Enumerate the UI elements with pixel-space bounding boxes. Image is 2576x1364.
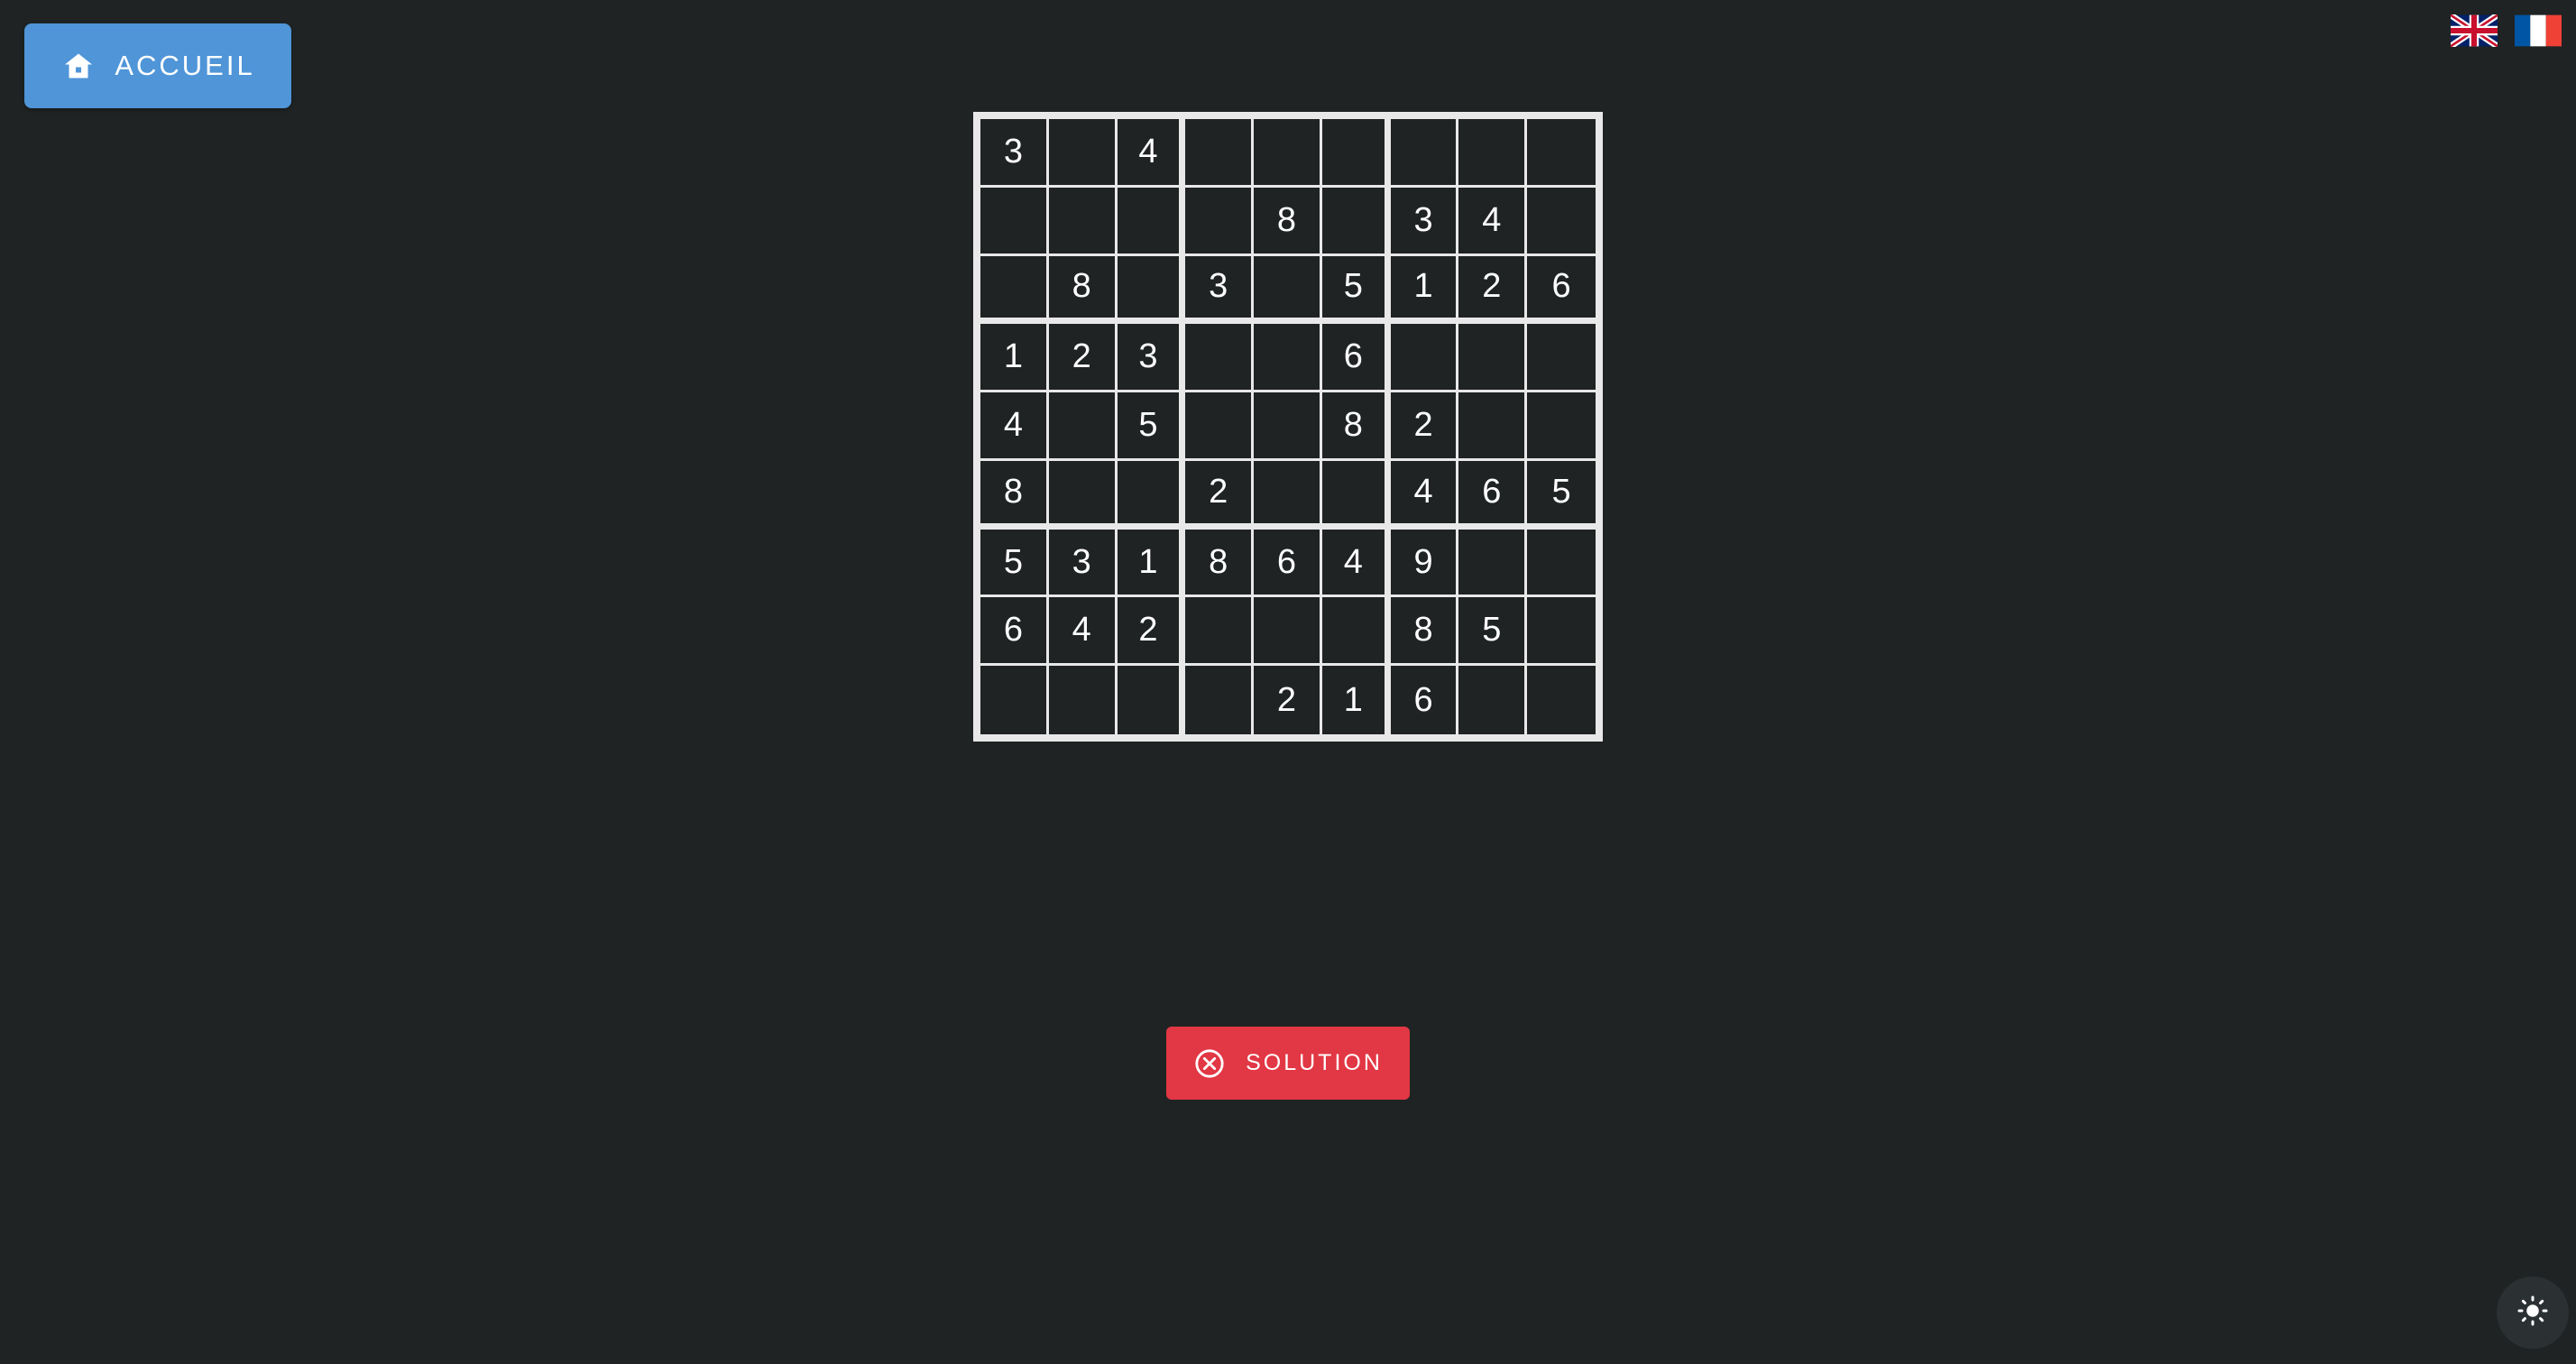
sudoku-cell[interactable] xyxy=(1321,597,1391,667)
sudoku-cell[interactable]: 5 xyxy=(1458,597,1528,667)
sudoku-cell[interactable]: 2 xyxy=(1390,392,1459,461)
sudoku-cell[interactable] xyxy=(1254,460,1322,530)
solution-button-label: SOLUTION xyxy=(1246,1050,1383,1075)
sudoku-cell[interactable]: 4 xyxy=(1117,119,1186,188)
sudoku-cell[interactable] xyxy=(1321,460,1391,530)
sudoku-cell[interactable]: 5 xyxy=(1117,392,1186,461)
sudoku-cell[interactable] xyxy=(1527,187,1596,256)
sudoku-cell[interactable]: 2 xyxy=(1117,597,1186,667)
sudoku-grid: 348348351261236458282465531864964285216 xyxy=(980,119,1596,734)
sudoku-cell[interactable]: 4 xyxy=(1048,597,1118,667)
sudoku-cell[interactable] xyxy=(1048,460,1118,530)
sudoku-cell[interactable]: 8 xyxy=(1185,529,1255,598)
sudoku-cell[interactable]: 6 xyxy=(1458,460,1528,530)
sudoku-cell[interactable] xyxy=(1254,255,1322,325)
sudoku-cell[interactable]: 1 xyxy=(1390,255,1459,325)
home-icon xyxy=(60,48,97,84)
sudoku-cell[interactable] xyxy=(1527,666,1596,734)
sudoku-cell[interactable]: 1 xyxy=(1321,666,1391,734)
sudoku-cell[interactable] xyxy=(1254,392,1322,461)
sudoku-cell[interactable]: 3 xyxy=(1390,187,1459,256)
sudoku-cell[interactable] xyxy=(1254,119,1322,188)
sudoku-cell[interactable]: 8 xyxy=(1048,255,1118,325)
sudoku-cell[interactable] xyxy=(1117,187,1186,256)
sudoku-cell[interactable] xyxy=(1527,529,1596,598)
sudoku-cell[interactable]: 6 xyxy=(1527,255,1596,325)
sudoku-cell[interactable]: 3 xyxy=(980,119,1049,188)
home-button-label: ACCUEIL xyxy=(115,50,255,81)
home-button[interactable]: ACCUEIL xyxy=(24,23,291,108)
sudoku-cell[interactable] xyxy=(1048,666,1118,734)
sudoku-cell[interactable]: 2 xyxy=(1458,255,1528,325)
sudoku-cell[interactable] xyxy=(1117,666,1186,734)
sudoku-cell[interactable] xyxy=(1527,119,1596,188)
sudoku-cell[interactable] xyxy=(1117,255,1186,325)
sudoku-cell[interactable] xyxy=(1185,392,1255,461)
sudoku-cell[interactable]: 6 xyxy=(980,597,1049,667)
sudoku-cell[interactable] xyxy=(1117,460,1186,530)
sudoku-cell[interactable]: 2 xyxy=(1254,666,1322,734)
solution-button[interactable]: SOLUTION xyxy=(1166,1027,1410,1100)
sudoku-cell[interactable]: 1 xyxy=(1117,529,1186,598)
sudoku-cell[interactable] xyxy=(1390,324,1459,393)
sudoku-cell[interactable]: 2 xyxy=(1185,460,1255,530)
sun-icon xyxy=(2516,1295,2549,1332)
sudoku-cell[interactable] xyxy=(1458,666,1528,734)
sudoku-cell[interactable] xyxy=(1458,392,1528,461)
sudoku-cell[interactable] xyxy=(1458,119,1528,188)
sudoku-cell[interactable] xyxy=(1527,324,1596,393)
sudoku-board: 348348351261236458282465531864964285216 xyxy=(973,112,1603,742)
sudoku-cell[interactable]: 8 xyxy=(1254,187,1322,256)
sudoku-cell[interactable]: 3 xyxy=(1117,324,1186,393)
sudoku-cell[interactable]: 3 xyxy=(1185,255,1255,325)
sudoku-cell[interactable]: 2 xyxy=(1048,324,1118,393)
sudoku-cell[interactable] xyxy=(1185,597,1255,667)
sudoku-cell[interactable] xyxy=(1390,119,1459,188)
sudoku-cell[interactable] xyxy=(1527,392,1596,461)
sudoku-cell[interactable] xyxy=(1527,597,1596,667)
sudoku-cell[interactable] xyxy=(1321,187,1391,256)
sudoku-cell[interactable]: 8 xyxy=(1321,392,1391,461)
sudoku-cell[interactable]: 9 xyxy=(1390,529,1459,598)
sudoku-cell[interactable]: 6 xyxy=(1254,529,1322,598)
sudoku-cell[interactable]: 4 xyxy=(1321,529,1391,598)
sudoku-cell[interactable]: 3 xyxy=(1048,529,1118,598)
sudoku-cell[interactable]: 4 xyxy=(980,392,1049,461)
sudoku-cell[interactable] xyxy=(1185,187,1255,256)
sudoku-cell[interactable] xyxy=(1458,324,1528,393)
sudoku-cell[interactable]: 5 xyxy=(1527,460,1596,530)
sudoku-cell[interactable]: 4 xyxy=(1390,460,1459,530)
sudoku-cell[interactable] xyxy=(980,187,1049,256)
sudoku-cell[interactable]: 8 xyxy=(1390,597,1459,667)
sudoku-cell[interactable]: 4 xyxy=(1458,187,1528,256)
sudoku-cell[interactable]: 6 xyxy=(1390,666,1459,734)
sudoku-cell[interactable]: 5 xyxy=(1321,255,1391,325)
sudoku-cell[interactable]: 5 xyxy=(980,529,1049,598)
sudoku-cell[interactable]: 8 xyxy=(980,460,1049,530)
uk-flag-icon[interactable] xyxy=(2449,12,2499,50)
sudoku-cell[interactable]: 1 xyxy=(980,324,1049,393)
close-circle-icon xyxy=(1193,1047,1226,1080)
sudoku-cell[interactable] xyxy=(1048,392,1118,461)
sudoku-cell[interactable] xyxy=(1048,187,1118,256)
sudoku-cell[interactable] xyxy=(980,666,1049,734)
sudoku-cell[interactable] xyxy=(1185,666,1255,734)
france-flag-icon[interactable] xyxy=(2515,14,2562,47)
sudoku-cell[interactable] xyxy=(980,255,1049,325)
sudoku-cell[interactable] xyxy=(1185,119,1255,188)
sudoku-cell[interactable] xyxy=(1254,324,1322,393)
sudoku-cell[interactable] xyxy=(1254,597,1322,667)
sudoku-cell[interactable] xyxy=(1458,529,1528,598)
sudoku-cell[interactable] xyxy=(1048,119,1118,188)
sudoku-cell[interactable]: 6 xyxy=(1321,324,1391,393)
sudoku-cell[interactable] xyxy=(1185,324,1255,393)
sudoku-cell[interactable] xyxy=(1321,119,1391,188)
theme-toggle-button[interactable] xyxy=(2497,1276,2569,1349)
